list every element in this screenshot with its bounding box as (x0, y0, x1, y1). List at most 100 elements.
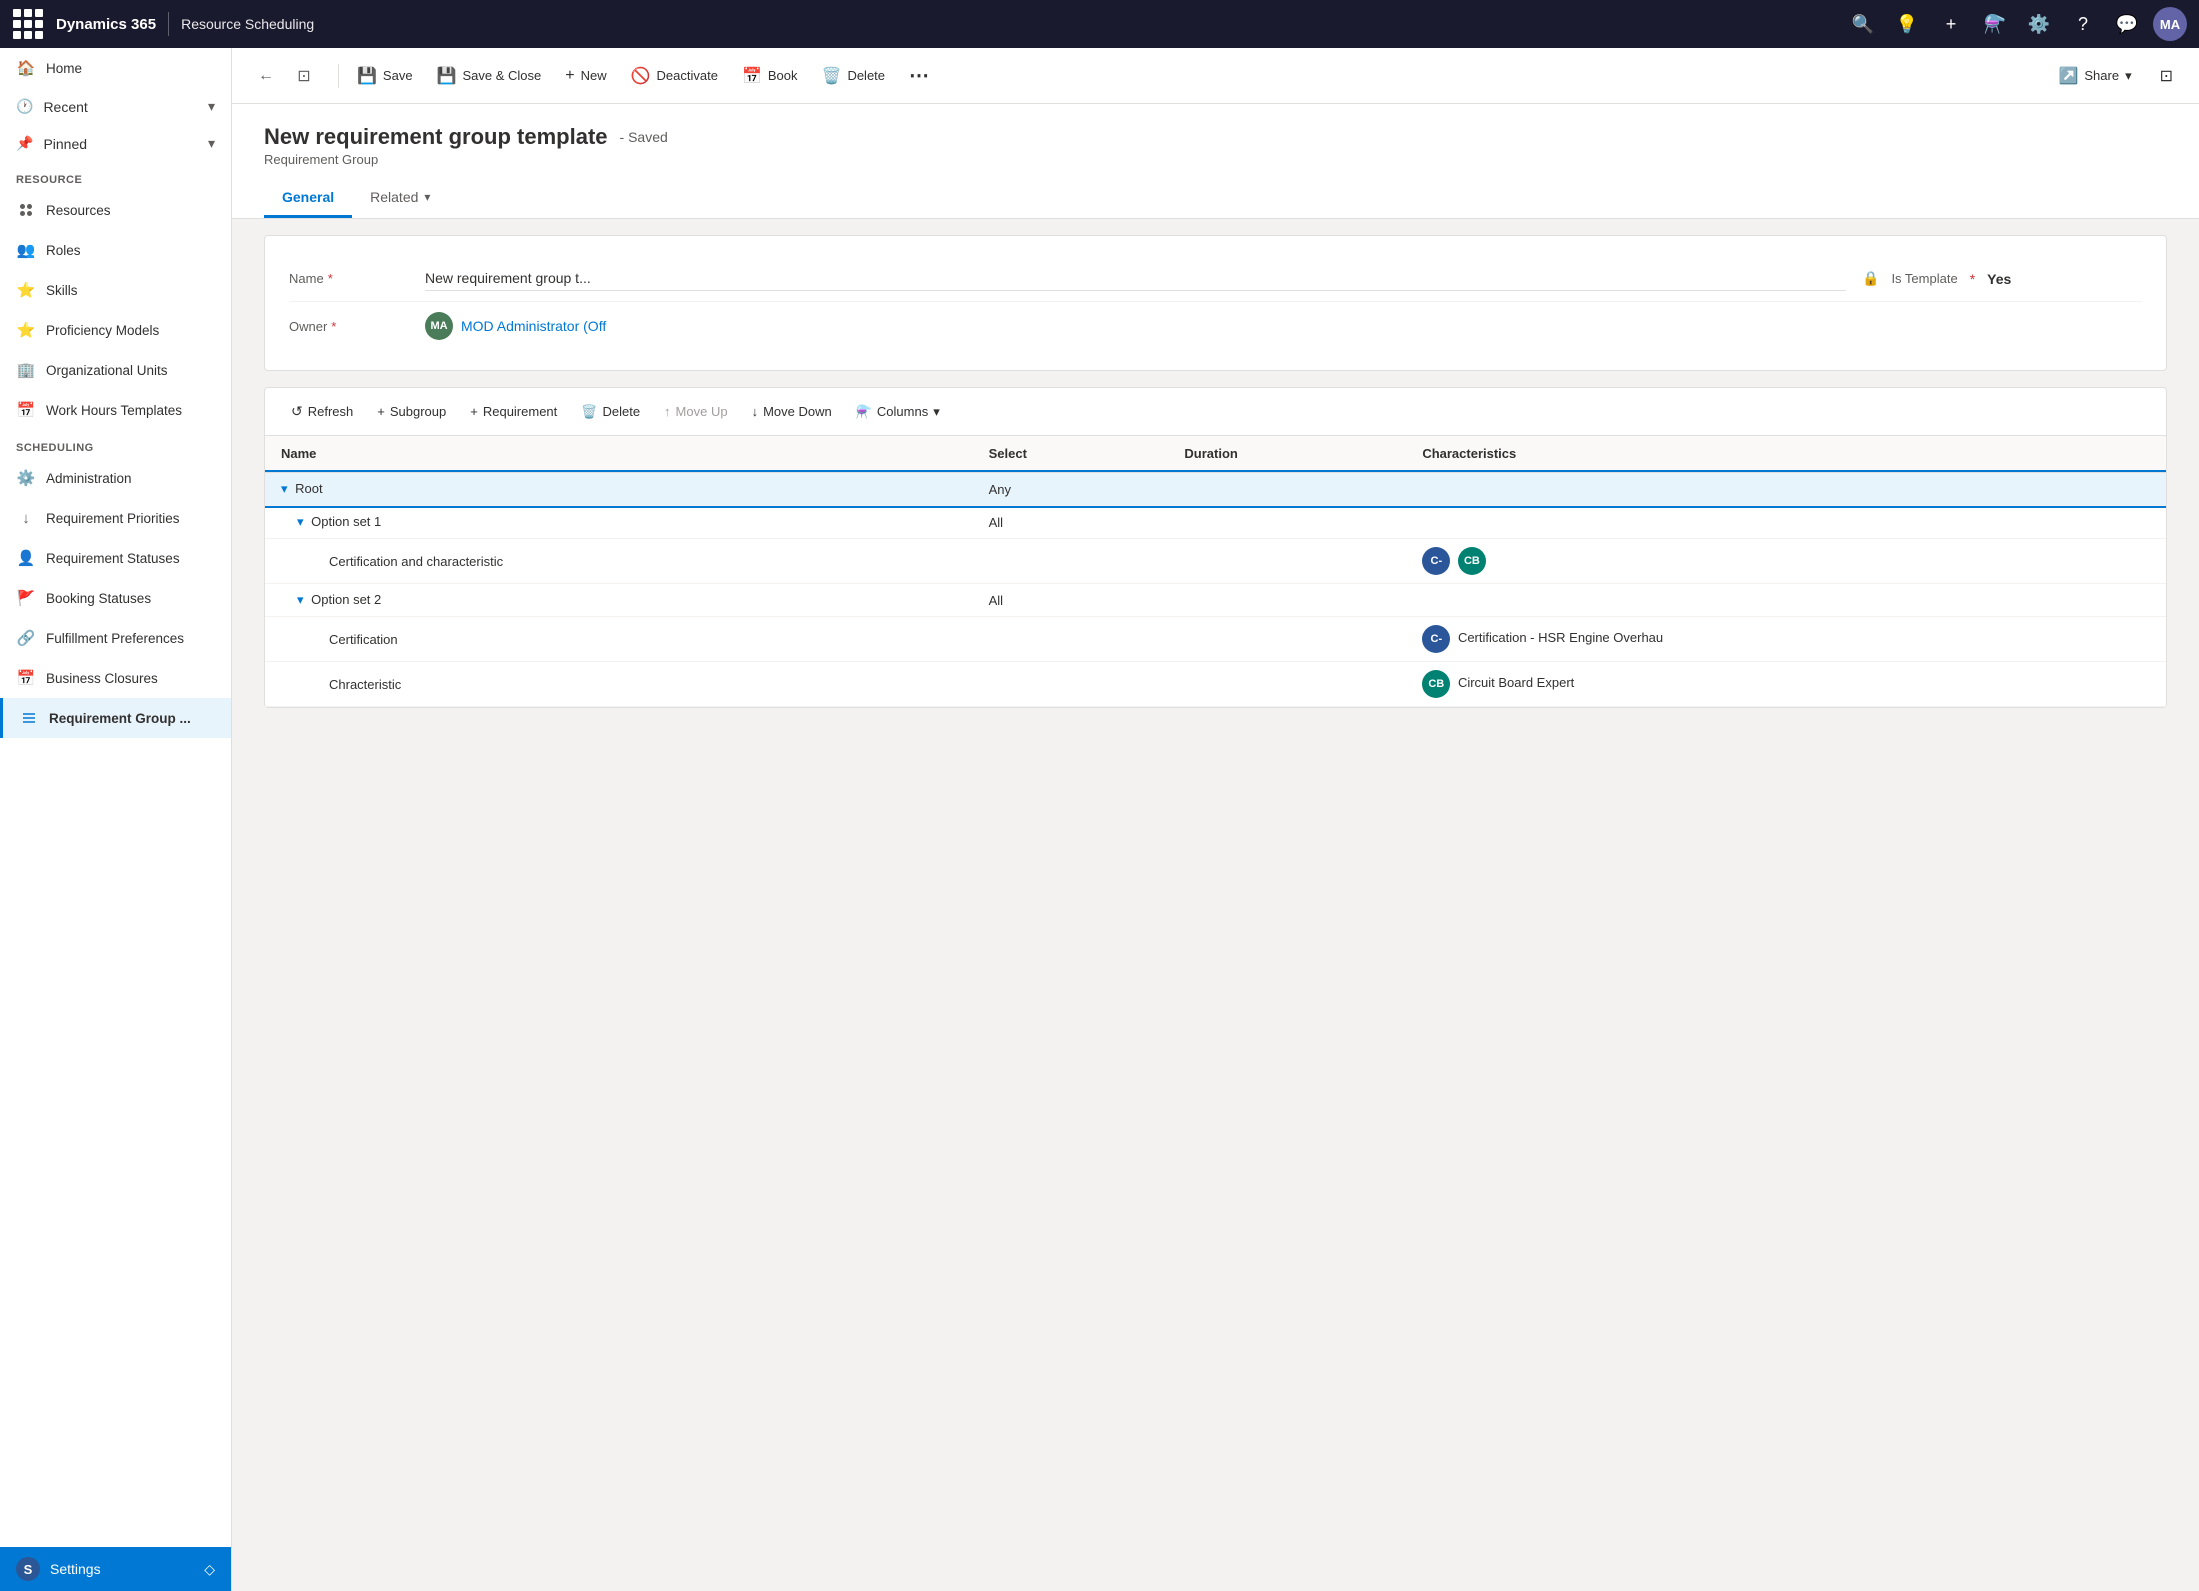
opt1-duration-cell (1168, 506, 1406, 539)
filter-icon[interactable]: ⚗️ (1977, 6, 2013, 42)
expand-button[interactable]: ⊡ (2150, 60, 2183, 92)
table-row[interactable]: ▾ Root Any (265, 472, 2166, 506)
refresh-label: Refresh (308, 404, 354, 419)
sidebar-item-proficiency[interactable]: ⭐ Proficiency Models (0, 310, 231, 350)
waffle-menu[interactable] (12, 9, 44, 39)
help-icon[interactable]: ? (2065, 6, 2101, 42)
tab-related[interactable]: Related ▾ (352, 179, 448, 218)
root-name-cell: ▾ Root (265, 472, 973, 506)
settings-icon[interactable]: ⚙️ (2021, 6, 2057, 42)
root-char-cell (1406, 472, 2166, 506)
sidebar-item-booking-statuses[interactable]: 🚩 Booking Statuses (0, 578, 231, 618)
user-avatar[interactable]: MA (2153, 7, 2187, 41)
table-row[interactable]: Chracteristic CB Circuit Board Expert (265, 662, 2166, 707)
sidebar-item-fulfillment[interactable]: 🔗 Fulfillment Preferences (0, 618, 231, 658)
sidebar-item-org-units[interactable]: 🏢 Organizational Units (0, 350, 231, 390)
share-dropdown-icon: ▾ (2125, 68, 2132, 84)
sidebar-item-business-closures[interactable]: 📅 Business Closures (0, 658, 231, 698)
share-button[interactable]: ↗️ Share ▾ (2048, 60, 2141, 92)
row-expand-icon[interactable]: ▾ (297, 592, 304, 607)
grid-delete-button[interactable]: 🗑️ Delete (571, 399, 650, 425)
main-layout: 🏠 Home 🕐 Recent ▾ 📌 Pinned ▾ Resource Re… (0, 48, 2199, 1591)
toolbar-navigation: ← ⊡ (248, 58, 322, 94)
sidebar-item-label: Proficiency Models (46, 323, 159, 338)
chat-icon[interactable]: 💬 (2109, 6, 2145, 42)
delete-button[interactable]: 🗑️ Delete (812, 60, 896, 92)
sidebar-item-req-group[interactable]: Requirement Group ... (0, 698, 231, 738)
is-template-required: * (1970, 271, 1975, 287)
sidebar-item-home[interactable]: 🏠 Home (0, 48, 231, 88)
table-row[interactable]: ▾ Option set 2 All (265, 584, 2166, 617)
certchar-select-cell (973, 539, 1169, 584)
chract-duration-cell (1168, 662, 1406, 707)
columns-label: Columns (877, 404, 928, 419)
sidebar-item-label: Fulfillment Preferences (46, 631, 184, 646)
sidebar-item-resources[interactable]: Resources (0, 190, 231, 230)
save-close-button[interactable]: 💾 Save & Close (427, 60, 552, 92)
req-priorities-icon: ↓ (16, 508, 36, 528)
content-area: ← ⊡ 💾 Save 💾 Save & Close + New 🚫 Deacti… (232, 48, 2199, 1591)
owner-row: Owner * MA MOD Administrator (Off (289, 301, 2142, 350)
roles-icon: 👥 (16, 240, 36, 260)
cert-badge2: C- (1422, 625, 1450, 653)
move-down-button[interactable]: ↓ Move Down (742, 399, 842, 424)
new-button[interactable]: + New (555, 61, 616, 91)
chevron-down-icon: ▾ (208, 98, 215, 115)
add-icon[interactable]: + (1933, 6, 1969, 42)
name-input[interactable] (425, 266, 1846, 291)
subgroup-button[interactable]: + Subgroup (367, 399, 456, 424)
opt1-name: Option set 1 (311, 514, 381, 529)
sidebar-item-skills[interactable]: ⭐ Skills (0, 270, 231, 310)
sidebar-item-pinned[interactable]: 📌 Pinned ▾ (0, 125, 231, 162)
cert-label: Certification - HSR Engine Overhau (1458, 630, 1663, 645)
columns-dropdown-icon: ▾ (933, 404, 940, 420)
work-hours-icon: 📅 (16, 400, 36, 420)
administration-icon: ⚙️ (16, 468, 36, 488)
col-characteristics: Characteristics (1406, 436, 2166, 472)
sidebar-item-req-priorities[interactable]: ↓ Requirement Priorities (0, 498, 231, 538)
table-row[interactable]: ▾ Option set 1 All (265, 506, 2166, 539)
search-icon[interactable]: 🔍 (1845, 6, 1881, 42)
move-up-icon: ↑ (664, 404, 671, 419)
back-button[interactable]: ← (248, 58, 284, 94)
sidebar-item-work-hours[interactable]: 📅 Work Hours Templates (0, 390, 231, 430)
sidebar-item-label: Pinned (43, 136, 87, 152)
sidebar-item-label: Recent (43, 99, 87, 115)
sidebar-item-roles[interactable]: 👥 Roles (0, 230, 231, 270)
refresh-button[interactable]: ↺ Refresh (281, 398, 363, 425)
sidebar-item-label: Resources (46, 203, 111, 218)
columns-button[interactable]: ⚗️ Columns ▾ (846, 399, 950, 425)
save-button[interactable]: 💾 Save (347, 60, 423, 92)
table-wrapper: Name Select Duration Characteristics (265, 436, 2166, 707)
sidebar: 🏠 Home 🕐 Recent ▾ 📌 Pinned ▾ Resource Re… (0, 48, 232, 1591)
deactivate-label: Deactivate (657, 68, 718, 83)
business-closures-icon: 📅 (16, 668, 36, 688)
table-row[interactable]: Certification and characteristic C- CB (265, 539, 2166, 584)
fullscreen-button[interactable]: ⊡ (286, 58, 322, 94)
row-expand-icon[interactable]: ▾ (281, 481, 288, 496)
deactivate-button[interactable]: 🚫 Deactivate (621, 60, 728, 92)
grid-toolbar: ↺ Refresh + Subgroup + Requirement 🗑️ (265, 388, 2166, 436)
book-button[interactable]: 📅 Book (732, 60, 808, 92)
sidebar-item-recent[interactable]: 🕐 Recent ▾ (0, 88, 231, 125)
move-up-button[interactable]: ↑ Move Up (654, 399, 738, 424)
tab-related-dropdown[interactable]: ▾ (424, 190, 430, 204)
lightbulb-icon[interactable]: 💡 (1889, 6, 1925, 42)
save-label: Save (383, 68, 413, 83)
sidebar-item-req-statuses[interactable]: 👤 Requirement Statuses (0, 538, 231, 578)
sidebar-item-administration[interactable]: ⚙️ Administration (0, 458, 231, 498)
refresh-icon: ↺ (291, 403, 303, 420)
owner-link[interactable]: MOD Administrator (Off (461, 318, 606, 334)
table-row[interactable]: Certification C- Certification - HSR Eng… (265, 617, 2166, 662)
toolbar: ← ⊡ 💾 Save 💾 Save & Close + New 🚫 Deacti… (232, 48, 2199, 104)
saved-badge: - Saved (620, 129, 668, 145)
tab-general[interactable]: General (264, 179, 352, 218)
sidebar-settings[interactable]: S Settings ◇ (0, 1547, 231, 1591)
row-expand-icon[interactable]: ▾ (297, 514, 304, 529)
more-button[interactable]: ⋯ (899, 57, 939, 94)
opt2-char-cell (1406, 584, 2166, 617)
new-icon: + (565, 67, 574, 85)
requirement-button[interactable]: + Requirement (460, 399, 567, 424)
top-nav-right: 🔍 💡 + ⚗️ ⚙️ ? 💬 MA (1845, 6, 2187, 42)
save-icon: 💾 (357, 66, 377, 86)
